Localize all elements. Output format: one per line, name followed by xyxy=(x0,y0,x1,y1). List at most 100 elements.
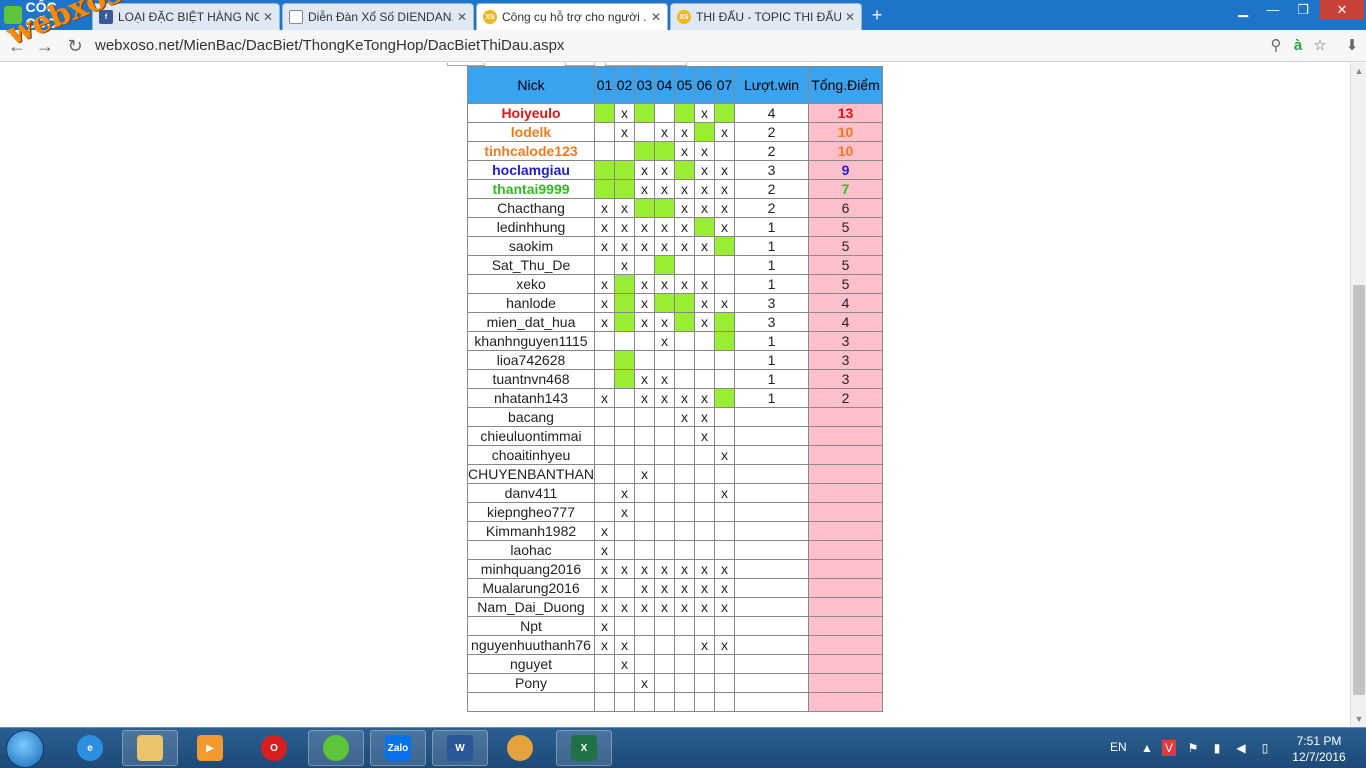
points-cell xyxy=(808,559,884,579)
day-cell xyxy=(614,464,636,484)
day-cell: x xyxy=(694,274,716,294)
zoom-icon[interactable]: ⚲ xyxy=(1266,36,1286,56)
scroll-down-icon[interactable]: ▼ xyxy=(1351,711,1366,727)
win-cell xyxy=(614,179,636,199)
day-cell xyxy=(674,502,696,522)
points-cell xyxy=(808,635,884,655)
points-cell: 6 xyxy=(808,198,884,218)
volume-icon[interactable]: ◀ xyxy=(1234,740,1248,756)
day-cell: x xyxy=(654,388,676,408)
day-cell xyxy=(594,331,616,351)
taskbar-app[interactable]: O xyxy=(246,730,302,766)
close-icon[interactable]: ✕ xyxy=(845,10,855,24)
day-cell: x xyxy=(594,198,616,218)
day-cell: x xyxy=(594,559,616,579)
win-cell xyxy=(614,160,636,180)
day-cell xyxy=(714,369,736,389)
bookmark-star-icon[interactable]: ☆ xyxy=(1310,36,1330,56)
url-field[interactable]: webxoso.net/MienBac/DacBiet/ThongKeTongH… xyxy=(95,37,564,54)
day-cell: x xyxy=(654,217,676,237)
day-cell xyxy=(594,122,616,142)
day-cell: x xyxy=(634,274,656,294)
day-cell: x xyxy=(674,217,696,237)
points-cell xyxy=(808,654,884,674)
wins-cell: 1 xyxy=(734,331,810,351)
nick-cell: nguyet xyxy=(466,654,596,674)
minimize-button[interactable]: ▁ xyxy=(1228,0,1258,20)
flag-icon[interactable]: ⚑ xyxy=(1186,740,1200,756)
day-cell: x xyxy=(654,331,676,351)
wins-cell: 1 xyxy=(734,350,810,370)
day-cell xyxy=(594,426,616,446)
day-cell xyxy=(674,540,696,560)
table-row: Nam_Dai_Duong x x x x x x x xyxy=(466,597,884,617)
restore-button[interactable]: ❐ xyxy=(1288,0,1318,20)
tab-3[interactable]: XS Công cụ hỗ trợ cho người ... ✕ xyxy=(476,3,668,30)
keyboard-icon[interactable]: à xyxy=(1288,36,1308,56)
wins-cell: 2 xyxy=(734,179,810,199)
taskbar-app[interactable] xyxy=(308,730,364,766)
tray-arrow-icon[interactable]: ▲ xyxy=(1140,740,1154,756)
points-cell: 5 xyxy=(808,274,884,294)
wins-cell: 2 xyxy=(734,141,810,161)
day-cell: x xyxy=(694,578,716,598)
day-cell: x xyxy=(654,122,676,142)
table-row: ledinhhung x x x x x x 1 5 xyxy=(466,217,884,237)
unikey-icon[interactable]: V xyxy=(1162,740,1176,756)
tab-2[interactable]: Diễn Đàn Xổ Số DIENDAN... ✕ xyxy=(282,3,474,30)
points-cell xyxy=(808,426,884,446)
taskbar-app[interactable]: e xyxy=(62,730,118,766)
reload-icon[interactable]: ↻ xyxy=(64,35,86,57)
day-cell xyxy=(714,464,736,484)
day-cell: x xyxy=(634,179,656,199)
day-cell: x xyxy=(674,236,696,256)
close-icon[interactable]: ✕ xyxy=(263,10,273,24)
day-cell: x xyxy=(694,407,716,427)
table-row: laohac x xyxy=(466,540,884,560)
day-cell: x xyxy=(614,255,636,275)
network-icon[interactable]: ▮ xyxy=(1210,740,1224,756)
wins-cell xyxy=(734,521,810,541)
wins-cell: 1 xyxy=(734,388,810,408)
tab-4[interactable]: XS THI ĐẤU - TOPIC THI ĐẤU... ✕ xyxy=(670,3,862,30)
table-row: choaitinhyeu x xyxy=(466,445,884,465)
new-tab-button[interactable]: + xyxy=(866,5,888,25)
taskbar-app[interactable] xyxy=(122,730,178,766)
download-icon[interactable]: ⬇ xyxy=(1342,36,1362,56)
table-row: mien_dat_hua x x x x 3 4 xyxy=(466,312,884,332)
vertical-scrollbar[interactable]: ▲ ▼ xyxy=(1350,63,1366,727)
day-cell xyxy=(634,445,656,465)
taskbar-app[interactable]: W xyxy=(432,730,488,766)
start-button[interactable] xyxy=(6,730,44,768)
close-window-button[interactable]: ✕ xyxy=(1320,0,1364,20)
table-row: danv411 x x xyxy=(466,483,884,503)
table-row: Sat_Thu_De x 1 5 xyxy=(466,255,884,275)
day-cell: x xyxy=(714,179,736,199)
win-cell xyxy=(674,103,696,123)
day-cell xyxy=(654,540,676,560)
close-icon[interactable]: ✕ xyxy=(651,10,661,24)
clock-date: 12/7/2016 xyxy=(1292,750,1346,764)
header-day: 02 xyxy=(614,66,636,104)
day-cell xyxy=(654,673,676,693)
table-row: lodelk x x x x 2 10 xyxy=(466,122,884,142)
scroll-up-icon[interactable]: ▲ xyxy=(1351,63,1366,79)
day-cell xyxy=(714,673,736,693)
day-cell: x xyxy=(674,578,696,598)
day-cell xyxy=(594,369,616,389)
battery-icon[interactable]: ▯ xyxy=(1258,740,1272,756)
day-cell: x xyxy=(594,217,616,237)
table-row: Pony x xyxy=(466,673,884,693)
day-cell xyxy=(634,692,656,712)
menu-button[interactable]: — xyxy=(1258,0,1288,20)
taskbar-app[interactable] xyxy=(492,730,548,766)
taskbar-app[interactable]: X xyxy=(556,730,612,766)
taskbar-app[interactable]: Zalo xyxy=(370,730,426,766)
scroll-thumb[interactable] xyxy=(1353,285,1365,695)
day-cell: x xyxy=(614,122,636,142)
system-clock[interactable]: 7:51 PM 12/7/2016 xyxy=(1284,733,1354,765)
close-icon[interactable]: ✕ xyxy=(457,10,467,24)
language-indicator[interactable]: EN xyxy=(1110,740,1127,754)
taskbar-app[interactable]: ▶ xyxy=(182,730,238,766)
day-cell: x xyxy=(594,521,616,541)
